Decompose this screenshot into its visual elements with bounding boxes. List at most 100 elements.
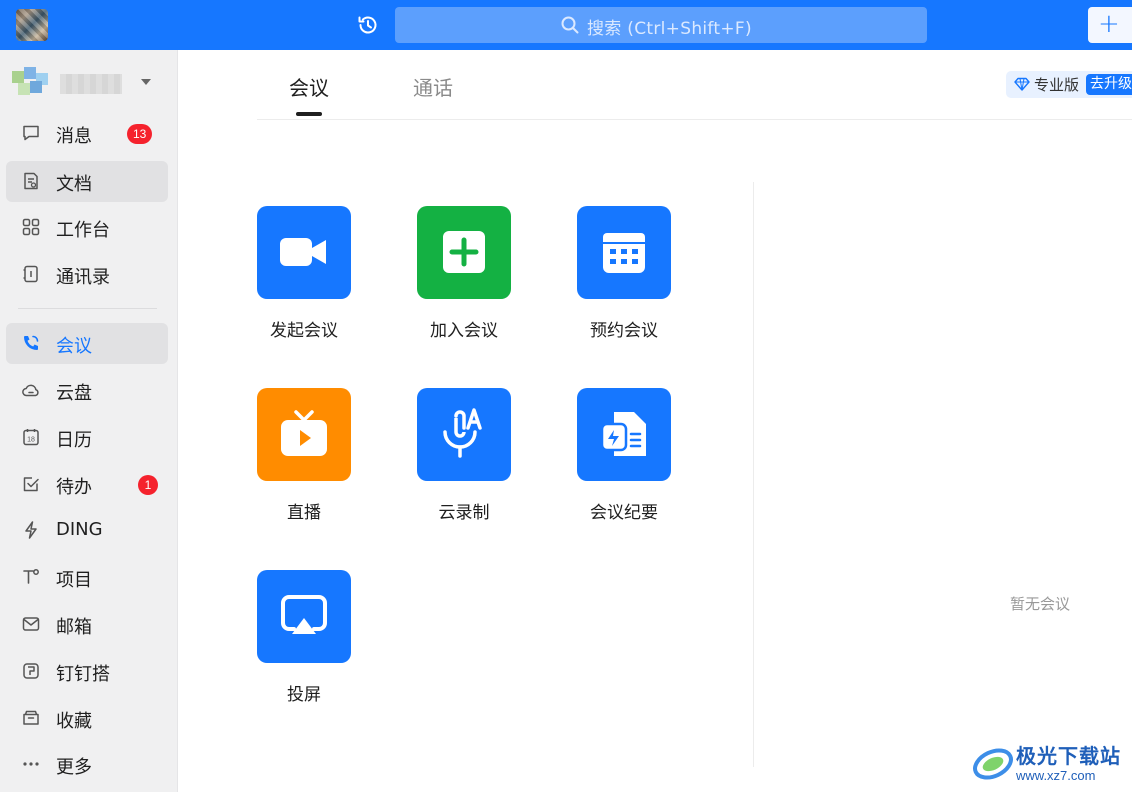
- app-label: 会议纪要: [590, 503, 658, 523]
- sidebar-item-ding[interactable]: DING: [6, 510, 168, 551]
- active-tab-indicator: [296, 112, 322, 116]
- app-label: 加入会议: [430, 321, 498, 341]
- meeting-minutes-button[interactable]: 会议纪要: [577, 388, 671, 523]
- video-camera-icon: [280, 238, 326, 266]
- project-icon: [23, 569, 39, 584]
- checkbox-icon: [23, 477, 39, 492]
- phone-call-icon: [24, 335, 39, 350]
- contacts-book-icon: [23, 265, 38, 283]
- sidebar-item-dingtalk-builder[interactable]: 钉钉搭: [6, 651, 168, 692]
- mail-icon: [22, 617, 40, 631]
- cloud-recording-button[interactable]: 云录制: [417, 388, 511, 523]
- live-stream-tile: [257, 388, 351, 481]
- meeting-minutes-tile: [577, 388, 671, 481]
- watermark-logo-icon: [973, 748, 1013, 780]
- sidebar-item-label: 会议: [56, 336, 92, 357]
- screen-cast-icon: [281, 595, 327, 634]
- apps-grid-icon: [22, 218, 40, 236]
- cloud-recording-tile: [417, 388, 511, 481]
- sidebar-item-meetings[interactable]: 会议: [6, 323, 168, 364]
- join-meeting-tile: [417, 206, 511, 299]
- sidebar: 消息 13 文档 工作台 通讯录 会议 云盘 18 日历 待办 1 DING 项…: [0, 50, 178, 792]
- org-name-blurred: [60, 74, 122, 94]
- sidebar-item-label: 待办: [56, 477, 92, 498]
- search-input[interactable]: 搜索 (Ctrl+Shift+F): [395, 7, 927, 43]
- plus-square-icon: [443, 231, 485, 273]
- search-placeholder: 搜索 (Ctrl+Shift+F): [587, 19, 752, 39]
- sidebar-item-label: DING: [56, 519, 103, 540]
- sidebar-item-docs[interactable]: 文档: [6, 161, 168, 202]
- tv-play-icon: [281, 410, 327, 456]
- calendar-icon: [603, 233, 645, 273]
- history-icon[interactable]: [356, 13, 380, 37]
- lightning-icon: [25, 521, 37, 539]
- sidebar-item-label: 文档: [56, 174, 92, 195]
- more-dots-icon: [23, 762, 39, 766]
- panel-divider: [753, 182, 754, 767]
- tab-meetings[interactable]: 会议: [289, 72, 329, 101]
- app-label: 发起会议: [270, 321, 338, 341]
- sidebar-item-label: 钉钉搭: [56, 664, 110, 685]
- user-avatar[interactable]: [16, 9, 48, 41]
- sidebar-item-favorites[interactable]: 收藏: [6, 698, 168, 739]
- tabs-divider: [257, 119, 1132, 120]
- document-icon: [24, 172, 38, 190]
- sidebar-item-todo[interactable]: 待办 1: [6, 464, 168, 505]
- watermark-url: www.xz7.com: [1016, 768, 1096, 783]
- sidebar-item-projects[interactable]: 项目: [6, 557, 168, 598]
- sidebar-item-label: 通讯录: [56, 267, 110, 288]
- sidebar-item-label: 云盘: [56, 383, 92, 404]
- app-label: 预约会议: [590, 321, 658, 341]
- search-icon: [561, 16, 579, 34]
- start-meeting-button[interactable]: 发起会议: [257, 206, 351, 341]
- org-avatar[interactable]: [12, 67, 50, 99]
- app-label: 云录制: [438, 503, 490, 523]
- minutes-doc-icon: [600, 412, 646, 456]
- sidebar-item-label: 更多: [56, 757, 92, 778]
- sidebar-item-label: 收藏: [56, 711, 92, 732]
- message-icon: [23, 125, 39, 141]
- screen-cast-button[interactable]: 投屏: [257, 570, 351, 705]
- sidebar-item-more[interactable]: 更多: [6, 744, 168, 785]
- live-stream-button[interactable]: 直播: [257, 388, 351, 523]
- sidebar-item-label: 项目: [56, 570, 92, 591]
- plan-label: 专业版: [1034, 76, 1080, 94]
- sidebar-divider: [18, 308, 157, 309]
- sidebar-item-label: 消息: [56, 126, 92, 147]
- empty-meetings-text: 暂无会议: [1010, 595, 1071, 613]
- calendar-icon: 18: [23, 429, 39, 446]
- todo-badge: 1: [138, 475, 158, 495]
- chevron-down-icon[interactable]: [141, 79, 151, 85]
- folder-box-icon: [23, 710, 39, 725]
- mic-text-icon: [443, 408, 482, 458]
- sidebar-item-mail[interactable]: 邮箱: [6, 604, 168, 645]
- screen-cast-tile: [257, 570, 351, 663]
- watermark-title: 极光下载站: [1016, 744, 1121, 768]
- sidebar-item-label: 邮箱: [56, 617, 92, 638]
- builder-icon: [23, 663, 39, 679]
- sidebar-item-label: 工作台: [56, 220, 110, 241]
- app-label: 直播: [287, 503, 321, 523]
- start-meeting-tile: [257, 206, 351, 299]
- sidebar-item-label: 日历: [56, 430, 92, 451]
- plan-chip[interactable]: 专业版 去升级: [1006, 71, 1132, 98]
- cloud-icon: [22, 384, 39, 397]
- sidebar-item-calendar[interactable]: 18 日历: [6, 417, 168, 458]
- join-meeting-button[interactable]: 加入会议: [417, 206, 511, 341]
- sidebar-item-messages[interactable]: 消息 13: [6, 113, 168, 154]
- sidebar-item-cloud-drive[interactable]: 云盘: [6, 370, 168, 411]
- site-watermark: 极光下载站 www.xz7.com: [972, 738, 1132, 788]
- svg-text:18: 18: [27, 437, 35, 444]
- sidebar-item-workbench[interactable]: 工作台: [6, 207, 168, 248]
- unread-badge: 13: [127, 124, 153, 144]
- plus-icon: +: [1098, 9, 1120, 39]
- schedule-meeting-tile: [577, 206, 671, 299]
- top-bar: 搜索 (Ctrl+Shift+F) +: [0, 0, 1132, 50]
- diamond-icon: [1014, 77, 1030, 91]
- tab-calls[interactable]: 通话: [413, 72, 453, 101]
- app-label: 投屏: [287, 685, 321, 705]
- add-button[interactable]: +: [1088, 7, 1132, 43]
- upgrade-button[interactable]: 去升级: [1086, 74, 1132, 95]
- sidebar-item-contacts[interactable]: 通讯录: [6, 254, 168, 295]
- schedule-meeting-button[interactable]: 预约会议: [577, 206, 671, 341]
